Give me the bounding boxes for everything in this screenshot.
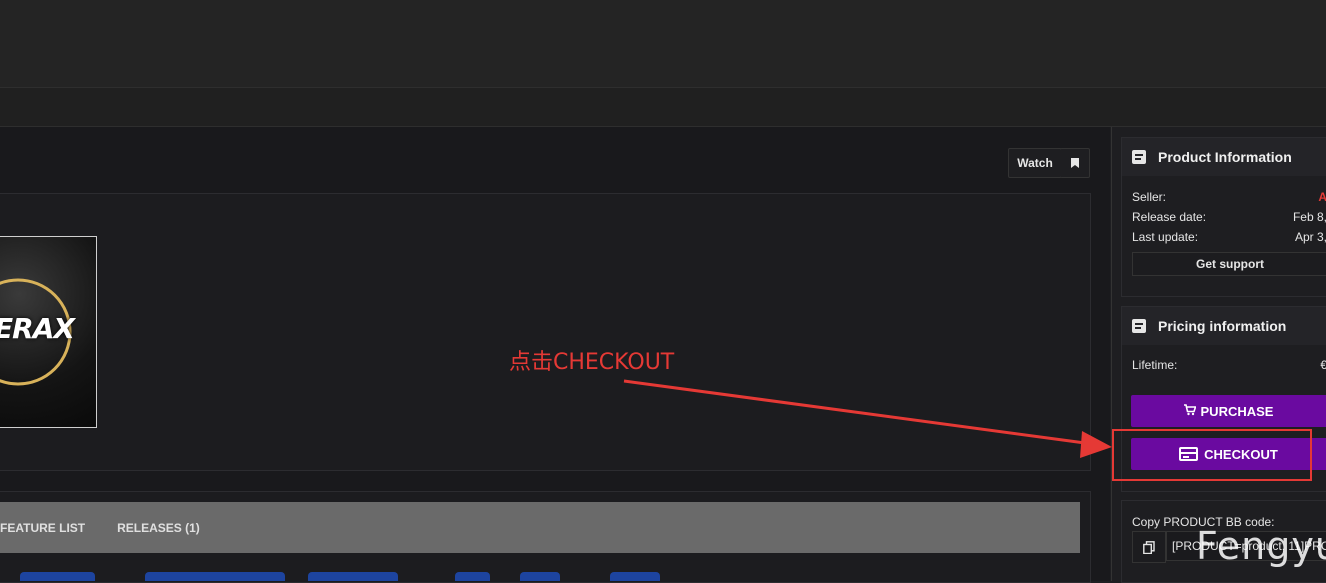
annotation-arrow (623, 379, 1112, 458)
watermark: Fengyu (1196, 524, 1326, 568)
